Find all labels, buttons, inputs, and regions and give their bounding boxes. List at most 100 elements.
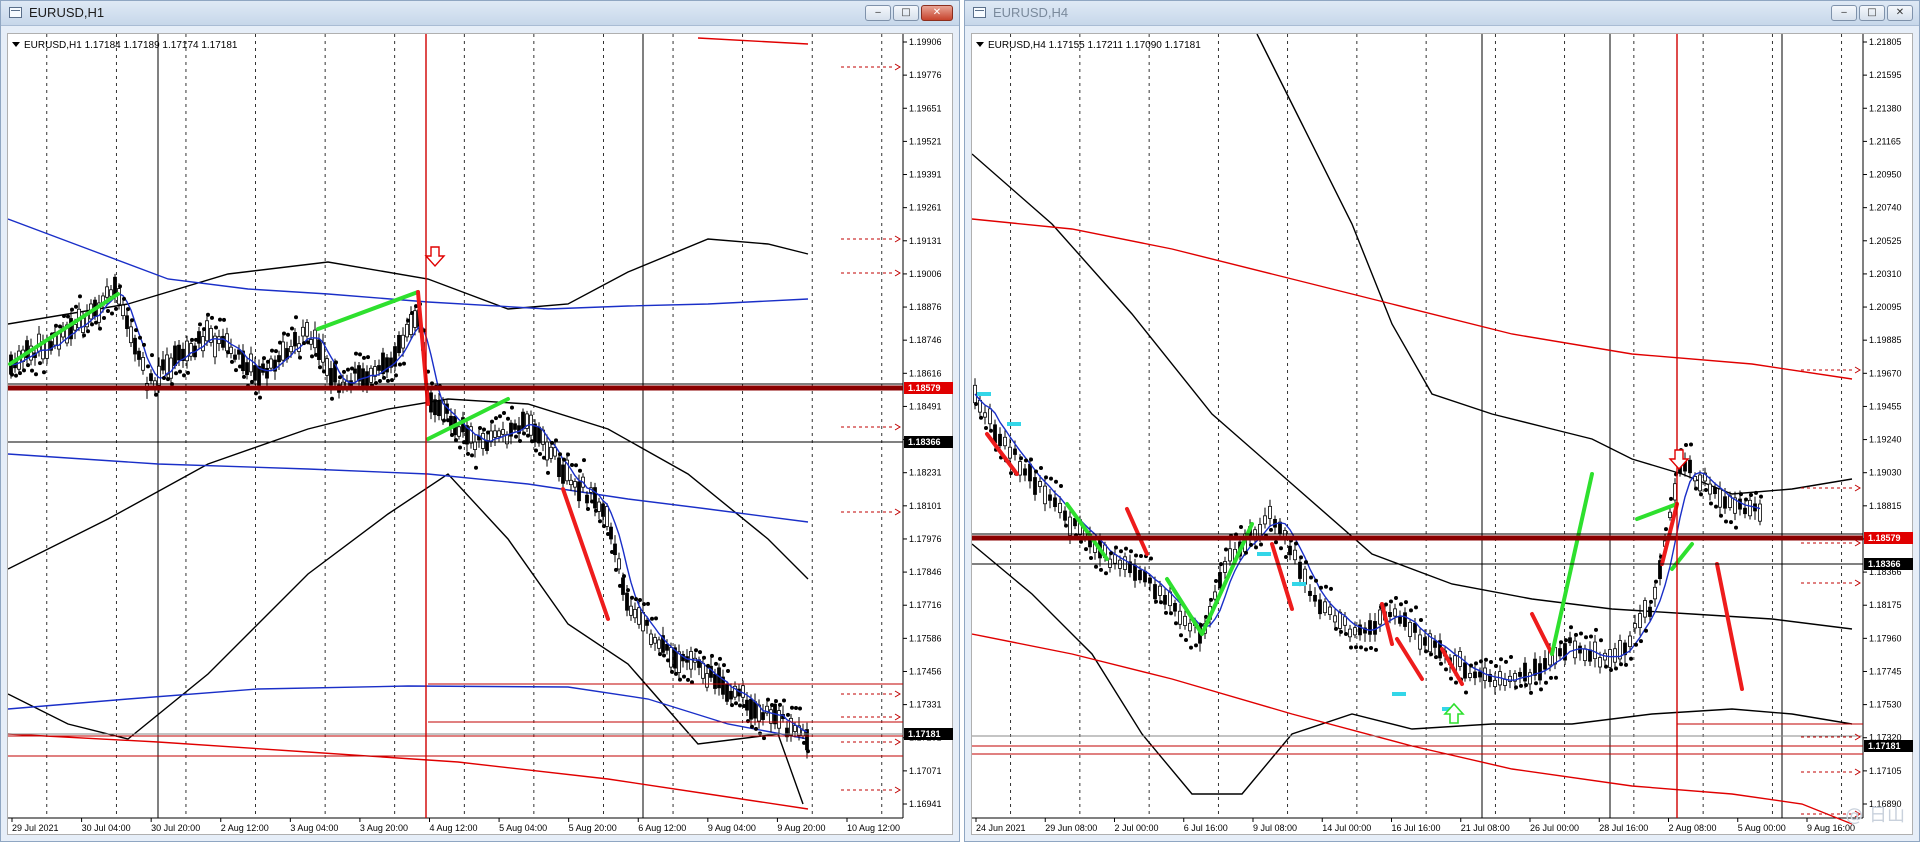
projection-arrow-icon bbox=[894, 63, 901, 71]
time-tick-label: 10 Aug 12:00 bbox=[847, 823, 900, 833]
price-tick-label: 1.19521 bbox=[909, 136, 942, 146]
price-tick-label: 1.19885 bbox=[1869, 335, 1902, 345]
bear-candle bbox=[429, 392, 433, 413]
upper-bollinger-band bbox=[1256, 34, 1853, 495]
chart-window-h4[interactable]: EURUSD,H4 ‒ □ ✕ 1.21805 1.21595 1.21380 1.2… bbox=[964, 0, 1920, 842]
bear-candle bbox=[1298, 561, 1302, 579]
parabolic-sar-dot bbox=[1344, 632, 1348, 637]
title-bar[interactable]: EURUSD,H1 ‒ □ ✕ bbox=[1, 1, 959, 26]
parabolic-sar-dot bbox=[406, 318, 410, 323]
parabolic-sar-dot bbox=[1199, 623, 1203, 628]
price-chart[interactable]: 1.21805 1.21595 1.21380 1.21165 1.20950 1.207… bbox=[971, 33, 1913, 835]
parabolic-sar-dot bbox=[666, 658, 670, 663]
parabolic-sar-dot bbox=[1404, 600, 1408, 605]
bear-candle bbox=[753, 701, 757, 719]
parabolic-sar-dot bbox=[118, 284, 122, 289]
parabolic-sar-dot bbox=[1214, 579, 1218, 584]
chart-canvas[interactable]: 1.21805 1.21595 1.21380 1.21165 1.20950 1.207… bbox=[972, 34, 1914, 836]
projection-arrow-icon bbox=[1854, 733, 1861, 741]
time-tick-label: 30 Jul 20:00 bbox=[151, 823, 200, 833]
parabolic-sar-dot bbox=[1614, 666, 1618, 671]
title-bar[interactable]: EURUSD,H4 ‒ □ ✕ bbox=[965, 1, 1919, 26]
chart-window-h1[interactable]: EURUSD,H1 ‒ □ ✕ 1.19906 1.19776 1.19651 1.1… bbox=[0, 0, 960, 842]
parabolic-sar-dot bbox=[1489, 659, 1493, 664]
dropdown-triangle-icon[interactable] bbox=[976, 42, 984, 47]
parabolic-sar-dot bbox=[242, 374, 246, 379]
parabolic-sar-dot bbox=[1369, 645, 1373, 650]
bull-candle bbox=[741, 685, 745, 698]
bear-candle bbox=[521, 411, 525, 430]
parabolic-sar-dot bbox=[1364, 647, 1368, 652]
parabolic-sar-dot bbox=[1564, 638, 1568, 643]
bull-candle bbox=[73, 324, 77, 331]
parabolic-sar-dot bbox=[430, 381, 434, 386]
bear-candle bbox=[317, 339, 321, 360]
parabolic-sar-dot bbox=[1164, 610, 1168, 615]
symbol-quote: EURUSD,H1 1.17184 1.17189 1.17174 1.1718… bbox=[24, 40, 238, 51]
minimize-button[interactable]: ‒ bbox=[1831, 5, 1857, 21]
projection-arrow-icon bbox=[894, 423, 901, 431]
time-tick-label: 4 Aug 12:00 bbox=[430, 823, 478, 833]
price-tick-label: 1.17456 bbox=[909, 666, 942, 676]
maximize-button[interactable]: □ bbox=[1859, 5, 1885, 21]
parabolic-sar-dot bbox=[786, 712, 790, 717]
bull-candle bbox=[205, 320, 209, 342]
bull-candle bbox=[1008, 446, 1012, 459]
price-tick-label: 1.18175 bbox=[1869, 600, 1902, 610]
price-tick-label: 1.17071 bbox=[909, 766, 942, 776]
parabolic-sar-dot bbox=[1149, 556, 1153, 561]
parabolic-sar-dot bbox=[1534, 681, 1538, 686]
bear-candle bbox=[745, 699, 749, 711]
parabolic-sar-dot bbox=[766, 697, 770, 702]
bull-candle bbox=[1213, 591, 1217, 600]
bull-candle bbox=[1003, 436, 1007, 447]
bull-candle bbox=[1268, 505, 1272, 519]
bear-candle bbox=[665, 643, 669, 651]
minimize-button[interactable]: ‒ bbox=[865, 5, 891, 21]
parabolic-sar-dot bbox=[494, 416, 498, 421]
parabolic-sar-dot bbox=[410, 310, 414, 315]
bull-candle bbox=[1228, 548, 1232, 562]
parabolic-sar-dot bbox=[1464, 690, 1468, 695]
price-tick-label: 1.19261 bbox=[909, 203, 942, 213]
price-chart[interactable]: 1.19906 1.19776 1.19651 1.19521 1.19391 1.192… bbox=[7, 33, 953, 835]
red-top-moving-average bbox=[697, 37, 809, 45]
parabolic-sar-dot bbox=[1709, 501, 1713, 506]
parabolic-sar-dot bbox=[1224, 547, 1228, 552]
chart-canvas[interactable]: 1.19906 1.19776 1.19651 1.19521 1.19391 1.192… bbox=[8, 34, 954, 836]
parabolic-sar-dot bbox=[1434, 655, 1438, 660]
price-tick-label: 1.18876 bbox=[909, 302, 942, 312]
parabolic-sar-dot bbox=[134, 328, 138, 333]
close-button[interactable]: ✕ bbox=[1887, 5, 1913, 21]
parabolic-sar-dot bbox=[1174, 621, 1178, 626]
bull-candle bbox=[1408, 621, 1412, 637]
bear-candle bbox=[785, 727, 789, 738]
bear-candle bbox=[1368, 620, 1372, 635]
bull-candle bbox=[605, 506, 609, 527]
time-tick-label: 6 Jul 16:00 bbox=[1184, 823, 1228, 833]
parabolic-sar-dot bbox=[1244, 550, 1248, 555]
parabolic-sar-dot bbox=[1474, 661, 1478, 666]
parabolic-sar-dot bbox=[1309, 575, 1313, 580]
price-tick-label: 1.18616 bbox=[909, 368, 942, 378]
parabolic-sar-dot bbox=[1319, 585, 1323, 590]
bear-candle bbox=[1048, 494, 1052, 501]
parabolic-sar-dot bbox=[1579, 631, 1583, 636]
parabolic-sar-dot bbox=[622, 574, 626, 579]
bull-candle bbox=[705, 673, 709, 688]
close-button[interactable]: ✕ bbox=[921, 5, 953, 21]
bear-candle bbox=[709, 665, 713, 678]
parabolic-sar-dot bbox=[342, 369, 346, 374]
bull-candle bbox=[497, 430, 501, 437]
parabolic-sar-dot bbox=[570, 462, 574, 467]
parabolic-sar-dot bbox=[262, 356, 266, 361]
parabolic-sar-dot bbox=[1479, 659, 1483, 664]
parabolic-sar-dot bbox=[1269, 527, 1273, 532]
parabolic-sar-dot bbox=[694, 648, 698, 653]
bull-candle bbox=[309, 339, 313, 345]
parabolic-sar-dot bbox=[1454, 680, 1458, 685]
parabolic-sar-dot bbox=[550, 440, 554, 445]
maximize-button[interactable]: □ bbox=[893, 5, 919, 21]
dropdown-triangle-icon[interactable] bbox=[12, 42, 20, 47]
parabolic-sar-dot bbox=[674, 671, 678, 676]
